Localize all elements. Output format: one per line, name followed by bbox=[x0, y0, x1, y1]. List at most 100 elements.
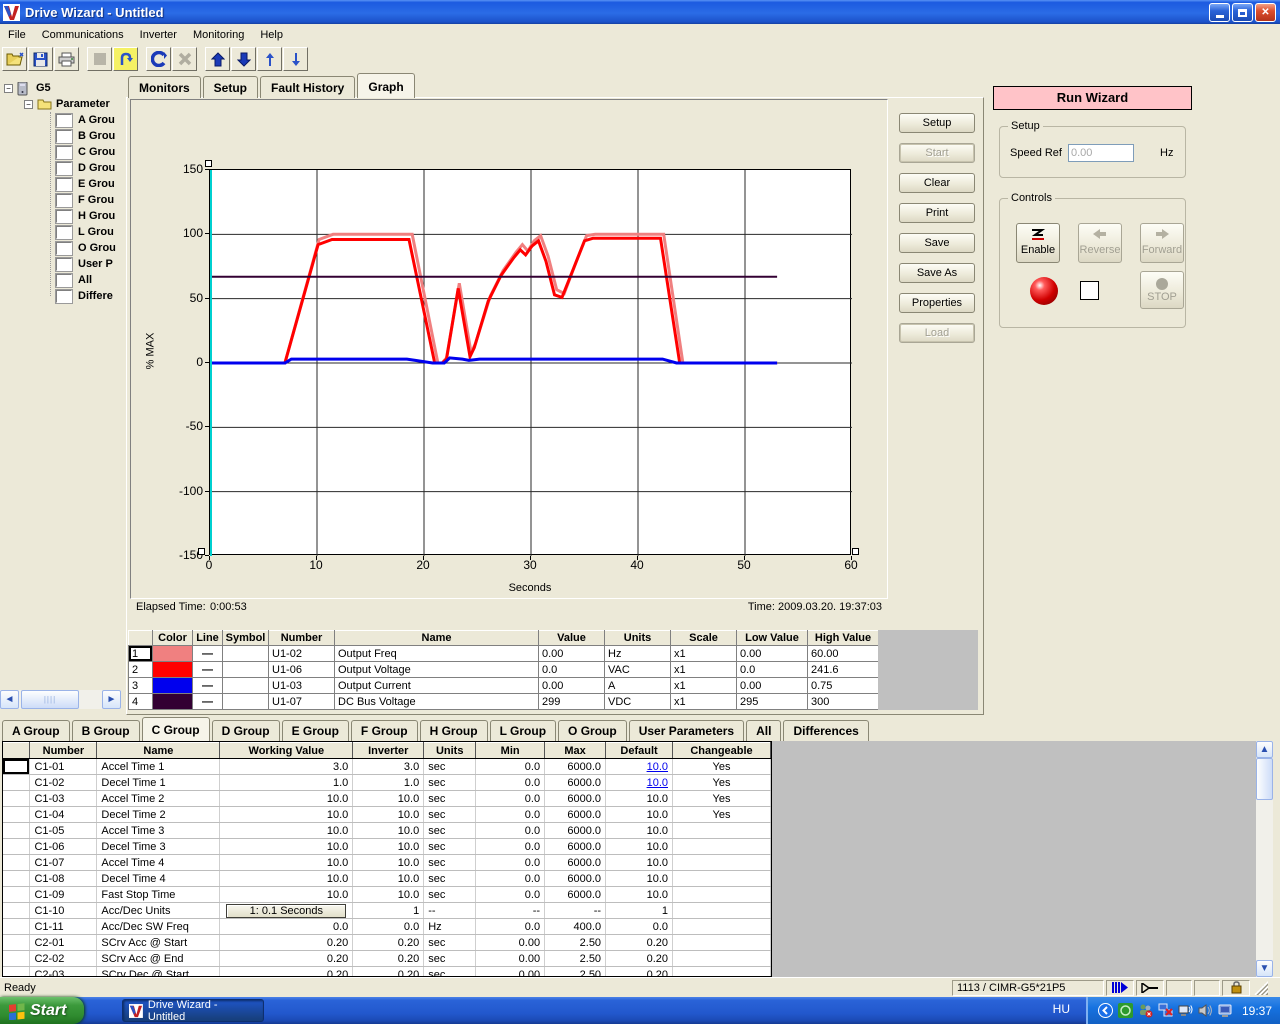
scroll-up-icon[interactable] bbox=[257, 47, 282, 71]
param-working-value[interactable]: 0.20 bbox=[220, 935, 353, 951]
param-working-value[interactable]: 0.0 bbox=[220, 919, 353, 935]
collapse-icon[interactable]: − bbox=[4, 84, 13, 93]
tree-item-o-grou[interactable]: O Grou bbox=[56, 240, 116, 256]
menu-item-communications[interactable]: Communications bbox=[34, 26, 132, 44]
network-disconnected-icon[interactable] bbox=[1158, 1003, 1173, 1018]
tree-item-d-grou[interactable]: D Grou bbox=[56, 160, 115, 176]
param-row[interactable]: C1-11Acc/Dec SW Freq0.00.0Hz0.0400.00.0 bbox=[3, 919, 771, 935]
param-working-value[interactable]: 10.0 bbox=[220, 807, 353, 823]
chart-plot-area[interactable] bbox=[209, 169, 851, 555]
row-selector[interactable] bbox=[3, 871, 30, 887]
param-working-value[interactable]: 10.0 bbox=[220, 871, 353, 887]
param-row[interactable]: C1-07Accel Time 410.010.0sec0.06000.010.… bbox=[3, 855, 771, 871]
param-row[interactable]: C1-05Accel Time 310.010.0sec0.06000.010.… bbox=[3, 823, 771, 839]
scroll-down-arrow-icon[interactable]: ▼ bbox=[1256, 960, 1273, 977]
group-tab-a-group[interactable]: A Group bbox=[2, 720, 70, 741]
group-tab-b-group[interactable]: B Group bbox=[72, 720, 140, 741]
param-row[interactable]: C1-09Fast Stop Time10.010.0sec0.06000.01… bbox=[3, 887, 771, 903]
enable-button[interactable]: Enable bbox=[1016, 223, 1060, 263]
clear-button[interactable]: Clear bbox=[899, 173, 975, 193]
language-indicator[interactable]: HU bbox=[1048, 1000, 1075, 1018]
param-row[interactable]: C2-02SCrv Acc @ End0.200.20sec0.002.500.… bbox=[3, 951, 771, 967]
save-button[interactable]: Save bbox=[899, 233, 975, 253]
group-tab-l-group[interactable]: L Group bbox=[490, 720, 556, 741]
speed-ref-input[interactable] bbox=[1068, 144, 1134, 162]
hide-icons-icon[interactable] bbox=[1098, 1003, 1113, 1018]
row-selector[interactable] bbox=[3, 855, 30, 871]
properties-button[interactable]: Properties bbox=[899, 293, 975, 313]
group-tab-differences[interactable]: Differences bbox=[783, 720, 868, 741]
tree-folder-parameter[interactable]: −Parameter bbox=[24, 96, 110, 112]
tree-item-f-grou[interactable]: F Grou bbox=[56, 192, 114, 208]
param-working-value[interactable]: 1.0 bbox=[220, 775, 353, 791]
maximize-button[interactable] bbox=[1232, 3, 1253, 22]
legend-row[interactable]: 3—U1-03Output Current0.00Ax10.000.75 bbox=[129, 678, 879, 694]
tab-monitors[interactable]: Monitors bbox=[128, 76, 201, 98]
download-bold-icon[interactable] bbox=[231, 47, 256, 71]
row-selector[interactable] bbox=[3, 887, 30, 903]
param-working-value[interactable]: 10.0 bbox=[220, 887, 353, 903]
row-selector[interactable] bbox=[3, 903, 30, 919]
param-row[interactable]: C1-02Decel Time 11.01.0sec0.06000.010.0Y… bbox=[3, 775, 771, 791]
resize-grip[interactable] bbox=[1254, 981, 1268, 995]
load-button[interactable]: Load bbox=[899, 323, 975, 343]
group-tab-o-group[interactable]: O Group bbox=[558, 720, 627, 741]
row-selector[interactable] bbox=[3, 807, 30, 823]
refresh-icon[interactable] bbox=[146, 47, 171, 71]
users-offline-icon[interactable] bbox=[1138, 1003, 1153, 1018]
param-working-value[interactable]: 3.0 bbox=[220, 759, 353, 775]
run-wizard-checkbox[interactable] bbox=[1080, 281, 1099, 300]
tree-item-a-grou[interactable]: A Grou bbox=[56, 112, 115, 128]
legend-row[interactable]: 4—U1-07DC Bus Voltage299VDCx1295300 bbox=[129, 694, 879, 710]
tree-item-h-grou[interactable]: H Grou bbox=[56, 208, 115, 224]
stop-button[interactable]: STOP bbox=[1140, 271, 1184, 309]
default-value-link[interactable]: 10.0 bbox=[647, 761, 668, 773]
upload-bold-icon[interactable] bbox=[205, 47, 230, 71]
minimize-button[interactable] bbox=[1209, 3, 1230, 22]
param-working-value[interactable]: 1: 0.1 Seconds bbox=[220, 903, 353, 919]
tree-horizontal-scrollbar[interactable]: ◄ |||| ► bbox=[0, 690, 121, 709]
tray-app-green-icon[interactable] bbox=[1118, 1003, 1133, 1018]
close-button[interactable]: ✕ bbox=[1255, 3, 1276, 22]
menu-item-help[interactable]: Help bbox=[252, 26, 291, 44]
param-working-value[interactable]: 10.0 bbox=[220, 839, 353, 855]
group-tab-user-parameters[interactable]: User Parameters bbox=[629, 720, 744, 741]
param-row[interactable]: C1-08Decel Time 410.010.0sec0.06000.010.… bbox=[3, 871, 771, 887]
tree-item-c-grou[interactable]: C Grou bbox=[56, 144, 115, 160]
param-row[interactable]: C1-10Acc/Dec Units1: 0.1 Seconds1------1 bbox=[3, 903, 771, 919]
scroll-down-icon[interactable] bbox=[283, 47, 308, 71]
working-value-dropdown-button[interactable]: 1: 0.1 Seconds bbox=[226, 904, 346, 918]
legend-row[interactable]: 1—U1-02Output Freq0.00Hzx10.0060.00 bbox=[129, 646, 879, 662]
tree-item-all[interactable]: All bbox=[56, 272, 92, 288]
scroll-up-arrow-icon[interactable]: ▲ bbox=[1256, 741, 1273, 758]
print-button[interactable]: Print bbox=[899, 203, 975, 223]
param-working-value[interactable]: 0.20 bbox=[220, 951, 353, 967]
setup-button[interactable]: Setup bbox=[899, 113, 975, 133]
chart-resize-handle-top-left[interactable] bbox=[205, 160, 212, 167]
group-tab-d-group[interactable]: D Group bbox=[212, 720, 280, 741]
open-file-icon[interactable] bbox=[2, 47, 27, 71]
scroll-left-arrow-icon[interactable]: ◄ bbox=[0, 690, 19, 709]
tree-item-b-grou[interactable]: B Grou bbox=[56, 128, 115, 144]
group-tab-h-group[interactable]: H Group bbox=[420, 720, 488, 741]
group-tab-f-group[interactable]: F Group bbox=[351, 720, 418, 741]
param-working-value[interactable]: 10.0 bbox=[220, 823, 353, 839]
tree-item-differe[interactable]: Differe bbox=[56, 288, 113, 304]
start-button[interactable]: Start bbox=[899, 143, 975, 163]
wireless-monitor-icon[interactable] bbox=[1178, 1003, 1193, 1018]
row-selector[interactable] bbox=[3, 791, 30, 807]
scrollbar-thumb[interactable] bbox=[1256, 758, 1273, 800]
tab-graph[interactable]: Graph bbox=[357, 73, 414, 98]
row-selector[interactable] bbox=[3, 951, 30, 967]
start-button[interactable]: Start bbox=[0, 997, 84, 1024]
display-settings-icon[interactable] bbox=[1218, 1003, 1233, 1018]
scrollbar-thumb[interactable]: |||| bbox=[21, 690, 79, 709]
chart-resize-handle-bottom-right[interactable] bbox=[852, 548, 859, 555]
print-icon[interactable] bbox=[54, 47, 79, 71]
chart-resize-handle-bottom-left[interactable] bbox=[198, 548, 205, 555]
forward-button[interactable]: Forward bbox=[1140, 223, 1184, 263]
row-selector[interactable] bbox=[3, 919, 30, 935]
scroll-right-arrow-icon[interactable]: ► bbox=[102, 690, 121, 709]
tab-fault-history[interactable]: Fault History bbox=[260, 76, 355, 98]
menu-item-file[interactable]: File bbox=[0, 26, 34, 44]
